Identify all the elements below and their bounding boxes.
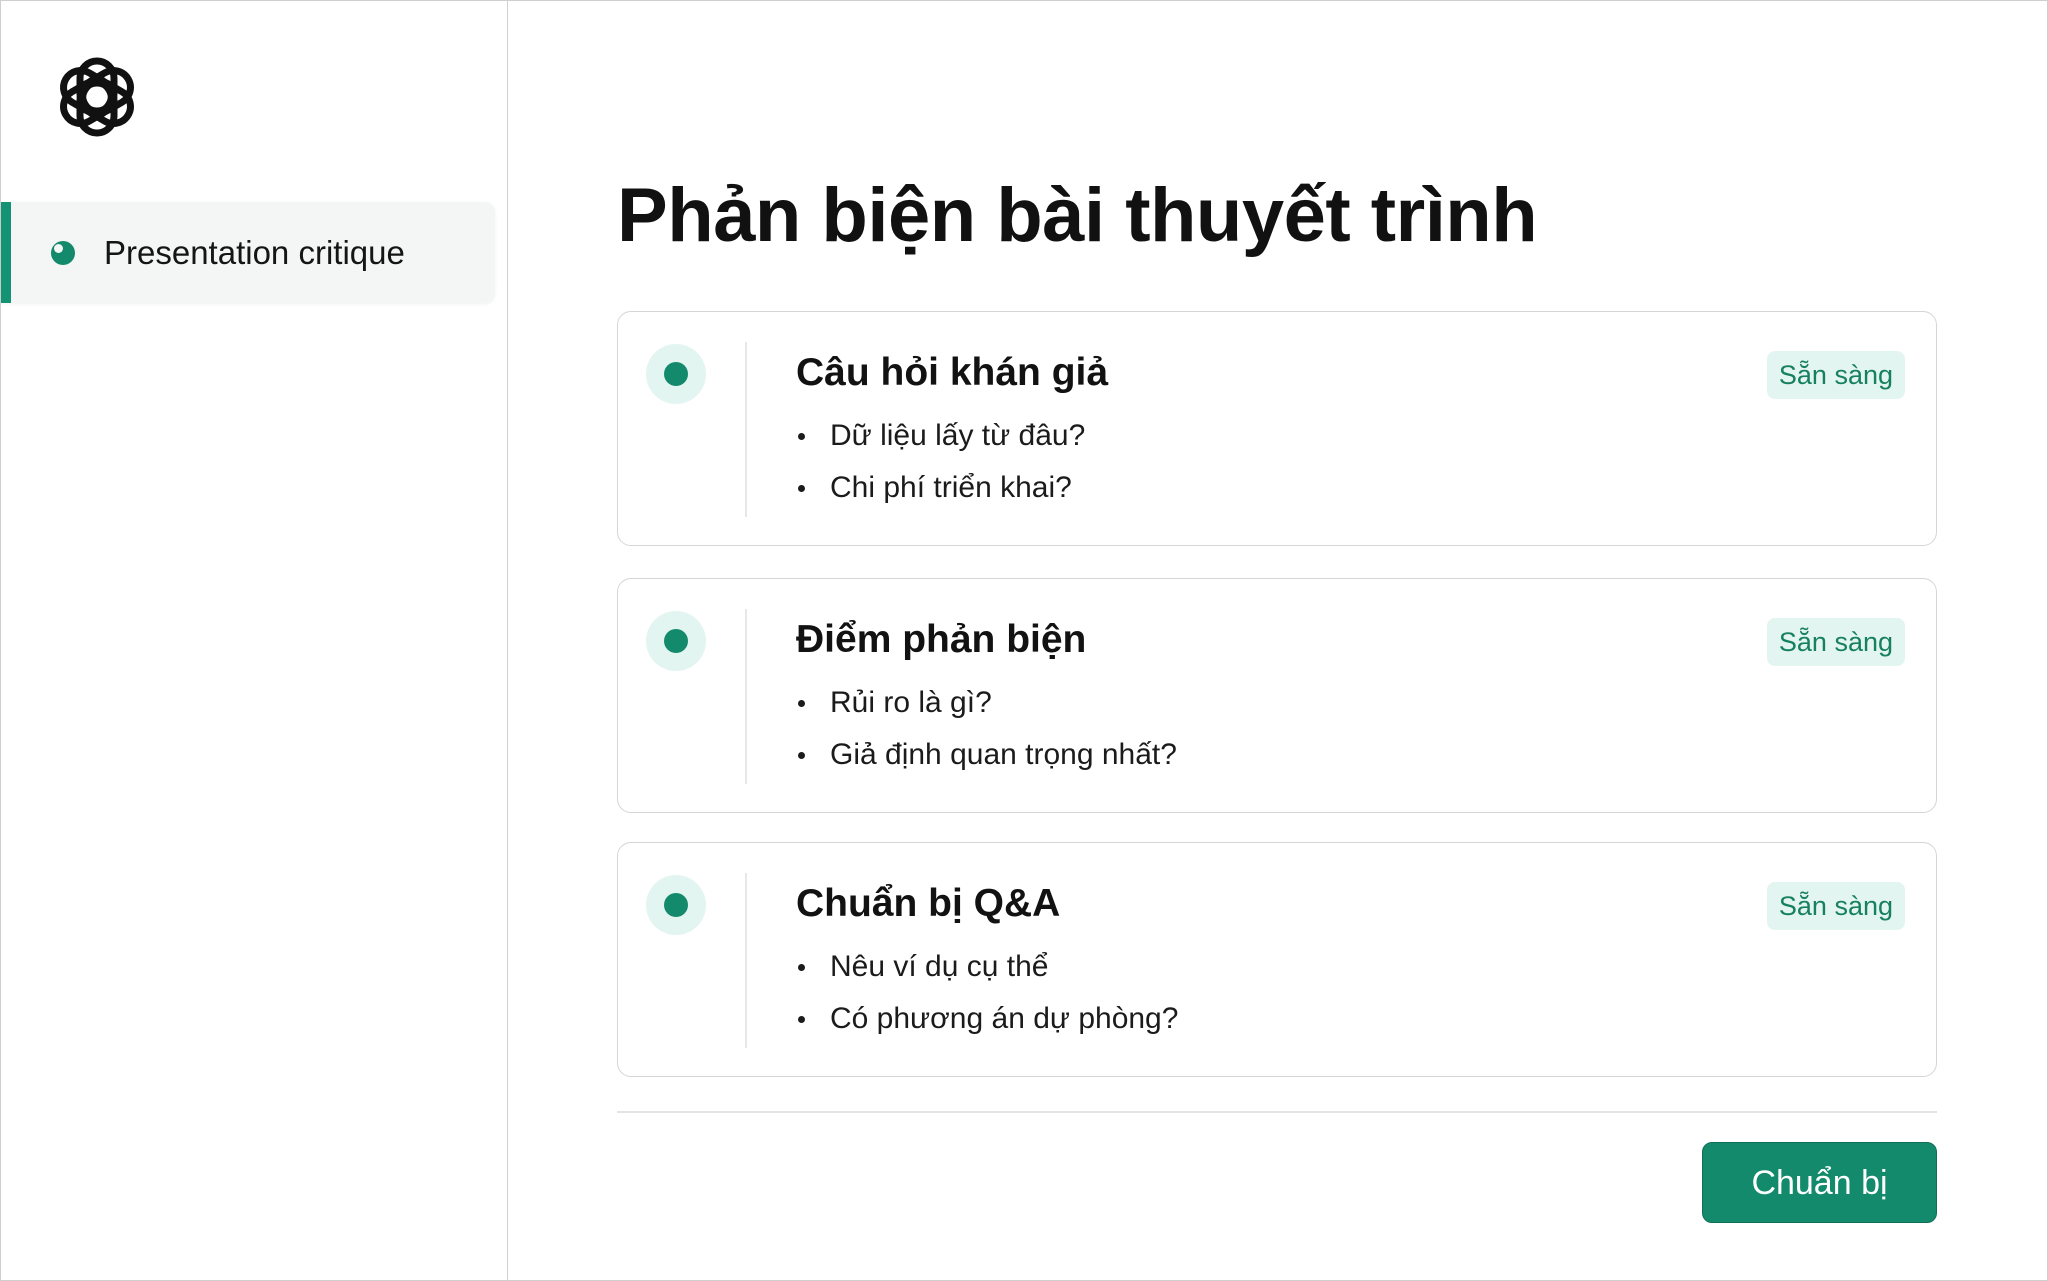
card-divider (745, 342, 747, 517)
status-badge: Sẵn sàng (1766, 351, 1905, 399)
list-item: Có phương án dự phòng? (796, 1001, 1178, 1053)
sidebar-item-label: Presentation critique (104, 234, 405, 271)
list-item: Rủi ro là gì? (796, 685, 1177, 737)
card-audience-questions[interactable]: Câu hỏi khán giả Dữ liệu lấy từ đâu? Chi… (617, 311, 1937, 546)
openai-logo-icon (60, 57, 134, 137)
list-item: Giả định quan trọng nhất? (796, 737, 1177, 789)
status-dot-icon (646, 611, 706, 671)
status-badge: Sẵn sàng (1766, 618, 1905, 666)
card-title: Điểm phản biện (796, 618, 1087, 661)
sidebar: Presentation critique (1, 1, 508, 1280)
card-critique-points[interactable]: Điểm phản biện Rủi ro là gì? Giả định qu… (617, 578, 1937, 813)
prepare-button[interactable]: Chuẩn bị (1702, 1142, 1937, 1223)
active-indicator (1, 202, 11, 303)
card-divider (745, 873, 747, 1048)
card-title: Chuẩn bị Q&A (796, 882, 1061, 925)
card-qa-prep[interactable]: Chuẩn bị Q&A Nêu ví dụ cụ thể Có phương … (617, 842, 1937, 1077)
footer-divider (617, 1111, 1937, 1113)
card-title: Câu hỏi khán giả (796, 351, 1109, 394)
sidebar-item-presentation-critique[interactable]: Presentation critique (1, 202, 495, 303)
page-title: Phản biện bài thuyết trình (617, 173, 1538, 258)
card-list: Nêu ví dụ cụ thể Có phương án dự phòng? (796, 949, 1178, 1053)
status-dot-icon (51, 241, 75, 265)
list-item: Dữ liệu lấy từ đâu? (796, 418, 1085, 470)
card-divider (745, 609, 747, 784)
card-list: Dữ liệu lấy từ đâu? Chi phí triển khai? (796, 418, 1085, 522)
app-window: Presentation critique Phản biện bài thuy… (0, 0, 2048, 1281)
status-badge: Sẵn sàng (1766, 882, 1905, 930)
main-content: Phản biện bài thuyết trình Câu hỏi khán … (508, 1, 2047, 1280)
status-dot-icon (646, 875, 706, 935)
list-item: Nêu ví dụ cụ thể (796, 949, 1178, 1001)
card-list: Rủi ro là gì? Giả định quan trọng nhất? (796, 685, 1177, 789)
list-item: Chi phí triển khai? (796, 470, 1085, 522)
status-dot-icon (646, 344, 706, 404)
